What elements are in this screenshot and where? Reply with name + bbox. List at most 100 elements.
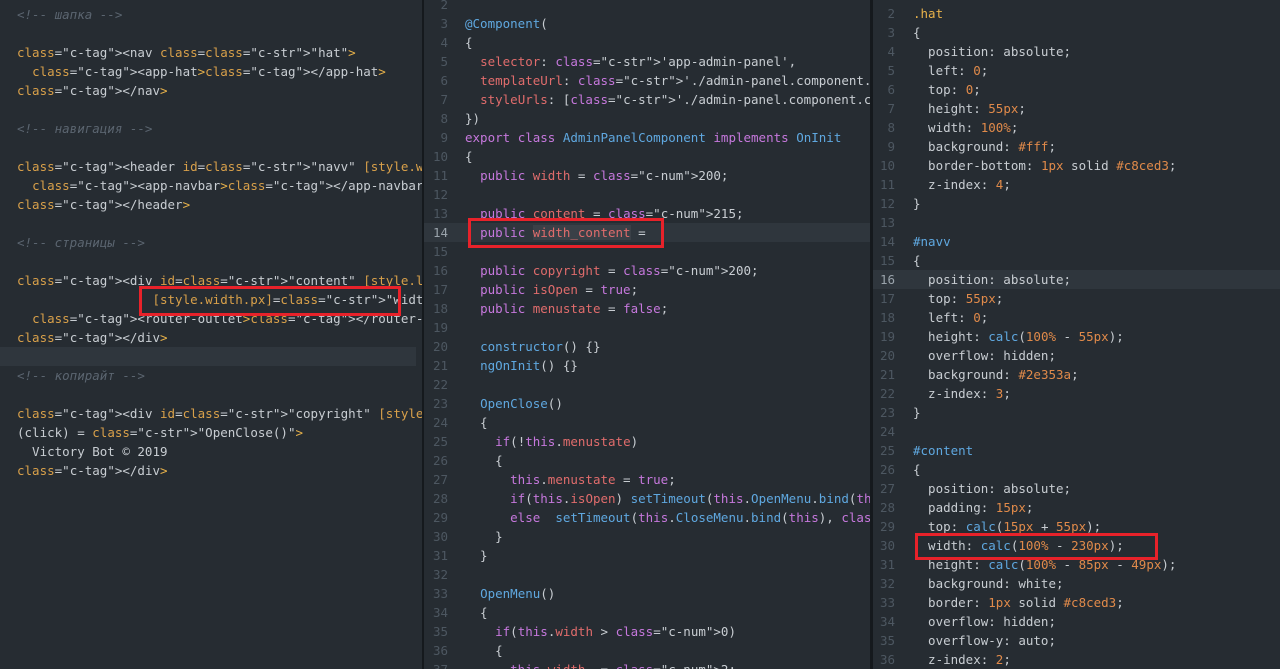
code-line[interactable]: constructor() {} <box>465 337 600 356</box>
code-line[interactable]: Victory Bot © 2019 <box>17 442 167 461</box>
line-number: 12 <box>879 196 895 211</box>
code-line[interactable]: { <box>913 23 921 42</box>
line-number: 5 <box>887 63 895 78</box>
code-line[interactable]: class="c-tag"><header id=class="c-str">"… <box>17 157 422 176</box>
line-number: 24 <box>879 424 895 439</box>
code-line[interactable]: z-index: 3; <box>913 384 1011 403</box>
code-line[interactable]: { <box>465 33 473 52</box>
code-line[interactable]: public menustate = false; <box>465 299 668 318</box>
code-line[interactable]: <!-- шапка --> <box>17 5 122 24</box>
code-line[interactable]: ngOnInit() {} <box>465 356 578 375</box>
line-number: 27 <box>432 472 448 487</box>
code-line[interactable]: z-index: 2; <box>913 650 1011 669</box>
line-number: 22 <box>879 386 895 401</box>
code-line[interactable]: { <box>465 641 503 660</box>
code-line[interactable]: { <box>913 460 921 479</box>
code-line[interactable]: class="c-tag"><app-navbar>class="c-tag">… <box>17 176 422 195</box>
highlight-box <box>468 218 664 248</box>
highlight-box <box>139 286 401 316</box>
code-line[interactable]: this.width -= class="c-num">2; <box>465 660 736 669</box>
line-number: 17 <box>432 282 448 297</box>
line-number: 21 <box>432 358 448 373</box>
code-line[interactable]: height: 55px; <box>913 99 1026 118</box>
code-line[interactable]: else setTimeout(this.CloseMenu.bind(this… <box>465 508 870 527</box>
code-line[interactable]: export class AdminPanelComponent impleme… <box>465 128 841 147</box>
code-line[interactable]: } <box>913 403 921 422</box>
line-number: 25 <box>879 443 895 458</box>
code-line[interactable]: class="c-tag"></div> <box>17 328 168 347</box>
code-line[interactable]: { <box>913 251 921 270</box>
code-line[interactable]: <!-- навигация --> <box>17 119 152 138</box>
line-number: 37 <box>424 660 448 669</box>
code-line[interactable]: public width = class="c-num">200; <box>465 166 728 185</box>
code-line[interactable]: .hat <box>913 4 943 23</box>
code-line[interactable]: class="c-tag"></nav> <box>17 81 168 100</box>
ts-editor-pane[interactable]: 2 3 @Component(4{5 selector: class="c-str"… <box>424 0 870 669</box>
code-line[interactable]: <!-- страницы --> <box>17 233 145 252</box>
code-line[interactable]: class="c-tag"><app-hat>class="c-tag"></a… <box>17 62 386 81</box>
line-number: 28 <box>879 500 895 515</box>
line-number: 21 <box>879 367 895 382</box>
code-line[interactable]: overflow-y: auto; <box>913 631 1056 650</box>
code-line[interactable]: border: 1px solid #c8ced3; <box>913 593 1124 612</box>
code-line[interactable]: class="c-tag"></div> <box>17 461 168 480</box>
code-line[interactable]: background: #2e353a; <box>913 365 1079 384</box>
line-number: 29 <box>879 519 895 534</box>
code-line[interactable]: if(!this.menustate) <box>465 432 638 451</box>
line-number: 23 <box>879 405 895 420</box>
line-number: 2 <box>440 0 448 12</box>
line-number: 20 <box>879 348 895 363</box>
line-number: 11 <box>879 177 895 192</box>
code-line[interactable]: OpenClose() <box>465 394 563 413</box>
code-line[interactable]: z-index: 4; <box>913 175 1011 194</box>
code-line[interactable]: } <box>465 527 503 546</box>
code-line[interactable]: { <box>465 413 488 432</box>
code-line[interactable]: templateUrl: class="c-str">'./admin-pane… <box>465 71 870 90</box>
line-number: 35 <box>879 633 895 648</box>
code-line[interactable]: left: 0; <box>913 61 988 80</box>
code-line[interactable]: (click) = class="c-str">"OpenClose()"> <box>17 423 303 442</box>
code-line[interactable]: if(this.width > class="c-num">0) <box>465 622 736 641</box>
code-line[interactable]: @Component( <box>465 14 548 33</box>
code-line[interactable]: public copyright = class="c-num">200; <box>465 261 758 280</box>
code-line[interactable]: styleUrls: [class="c-str">'./admin-panel… <box>465 90 870 109</box>
code-line[interactable]: OpenMenu() <box>465 584 555 603</box>
line-number: 33 <box>879 595 895 610</box>
code-line[interactable]: class="c-tag"><nav class=class="c-str">"… <box>17 43 356 62</box>
code-line[interactable]: width: 100%; <box>913 118 1018 137</box>
code-line[interactable]: position: absolute; <box>913 42 1071 61</box>
code-line[interactable]: overflow: hidden; <box>913 612 1056 631</box>
code-line[interactable]: class="c-tag"><div id=class="c-str">"cop… <box>17 404 422 423</box>
css-editor-pane[interactable]: 2 .hat 3{4 position: absolute; 5 left: 0; 6 … <box>873 0 1280 669</box>
code-line[interactable]: { <box>465 603 488 622</box>
code-line[interactable]: #content <box>913 441 973 460</box>
code-line[interactable]: left: 0; <box>913 308 988 327</box>
code-line[interactable]: { <box>465 147 473 166</box>
code-line[interactable]: class="c-tag"></header> <box>17 195 190 214</box>
code-line[interactable]: }) <box>465 109 480 128</box>
line-number: 32 <box>432 567 448 582</box>
code-line[interactable]: padding: 15px; <box>913 498 1033 517</box>
code-line[interactable]: top: 0; <box>913 80 981 99</box>
code-line[interactable]: } <box>913 194 921 213</box>
line-number: 23 <box>432 396 448 411</box>
code-line[interactable]: this.menustate = true; <box>465 470 676 489</box>
code-line[interactable]: public isOpen = true; <box>465 280 638 299</box>
line-number: 14 <box>879 234 895 249</box>
code-line[interactable]: } <box>465 546 488 565</box>
html-editor-pane[interactable]: <!-- шапка --> class="c-tag"><nav class=c… <box>0 0 422 669</box>
code-line[interactable]: background: #fff; <box>913 137 1056 156</box>
code-line[interactable]: { <box>465 451 503 470</box>
code-line[interactable]: <!-- копирайт --> <box>17 366 145 385</box>
code-line[interactable]: top: 55px; <box>913 289 1003 308</box>
code-line[interactable]: if(this.isOpen) setTimeout(this.OpenMenu… <box>465 489 870 508</box>
code-line[interactable]: background: white; <box>913 574 1063 593</box>
code-line[interactable]: position: absolute; <box>913 479 1071 498</box>
line-number: 30 <box>432 529 448 544</box>
code-line[interactable]: overflow: hidden; <box>913 346 1056 365</box>
code-line[interactable]: #navv <box>913 232 951 251</box>
code-line[interactable]: border-bottom: 1px solid #c8ced3; <box>913 156 1176 175</box>
code-line[interactable]: position: absolute; <box>913 270 1071 289</box>
code-line[interactable]: selector: class="c-str">'app-admin-panel… <box>465 52 796 71</box>
code-line[interactable]: height: calc(100% - 55px); <box>913 327 1124 346</box>
